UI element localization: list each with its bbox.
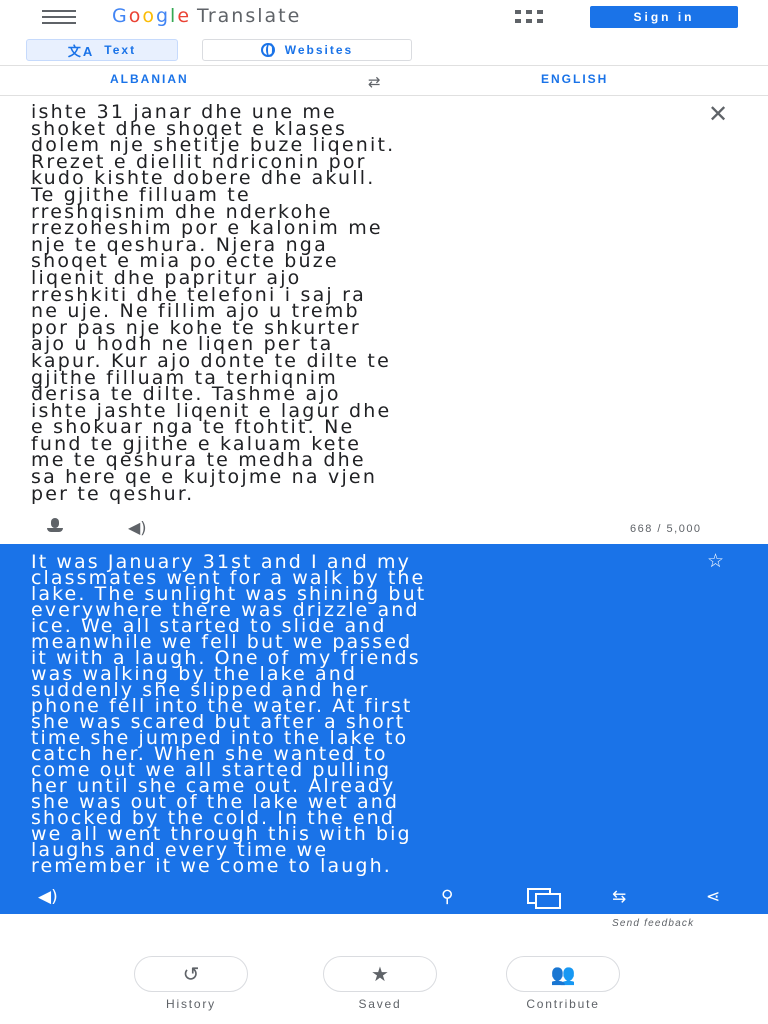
sign-in-button[interactable]: Sign in	[590, 6, 738, 28]
app-header: Google Translate Sign in	[0, 0, 768, 34]
translate-icon: 文A	[67, 43, 95, 59]
swap-languages-icon[interactable]: ⇄	[368, 73, 381, 91]
source-panel: ishte 31 janar dhe une me shoket dhe sho…	[0, 96, 768, 544]
people-icon: 👥	[506, 956, 620, 992]
contribute-label: Contribute	[526, 997, 600, 1011]
target-language-button[interactable]: ENGLISH	[541, 72, 608, 86]
share-icon[interactable]: ⋖	[706, 888, 720, 906]
language-bar: ALBANIAN ⇄ ENGLISH	[0, 66, 768, 96]
translation-text: It was January 31st and I and my classma…	[31, 551, 427, 877]
globe-icon	[260, 43, 275, 57]
microphone-icon[interactable]	[44, 518, 66, 534]
phrasebook-icon[interactable]: ⇆	[612, 888, 626, 906]
apps-grid-icon[interactable]	[515, 10, 545, 24]
tab-text[interactable]: 文A Text	[26, 39, 178, 61]
copy-icon[interactable]	[527, 888, 561, 909]
history-button[interactable]: ↺ History	[126, 956, 256, 1011]
mode-tabs: 文A Text Websites	[0, 34, 768, 66]
character-counter: 668 / 5,000	[630, 523, 702, 535]
history-icon: ↺	[134, 956, 248, 992]
source-language-button[interactable]: ALBANIAN	[110, 72, 189, 86]
send-feedback-link[interactable]: Send feedback	[612, 918, 694, 929]
saved-label: Saved	[358, 997, 402, 1011]
tab-websites-label: Websites	[284, 43, 354, 57]
saved-button[interactable]: ★ Saved	[315, 956, 445, 1011]
tab-text-label: Text	[104, 43, 137, 57]
hamburger-menu-icon[interactable]	[42, 10, 76, 24]
speaker-icon[interactable]: ◀)	[128, 518, 147, 537]
source-text-input[interactable]: ishte 31 janar dhe une me shoket dhe sho…	[31, 102, 671, 503]
close-icon[interactable]: ✕	[708, 102, 728, 126]
bottom-navigation: ↺ History ★ Saved 👥 Contribute	[0, 956, 768, 1024]
listen-translation-icon[interactable]: ◀)	[38, 888, 58, 906]
contribute-button[interactable]: 👥 Contribute	[498, 956, 628, 1011]
star-outline-icon[interactable]: ☆	[707, 550, 724, 572]
search-icon[interactable]: ⚲	[441, 888, 453, 906]
product-name: Translate	[197, 5, 302, 27]
star-filled-icon: ★	[323, 956, 437, 992]
translation-panel: It was January 31st and I and my classma…	[0, 544, 768, 914]
google-translate-logo[interactable]: Google Translate	[112, 5, 301, 27]
history-label: History	[166, 997, 216, 1011]
tab-websites[interactable]: Websites	[202, 39, 412, 61]
